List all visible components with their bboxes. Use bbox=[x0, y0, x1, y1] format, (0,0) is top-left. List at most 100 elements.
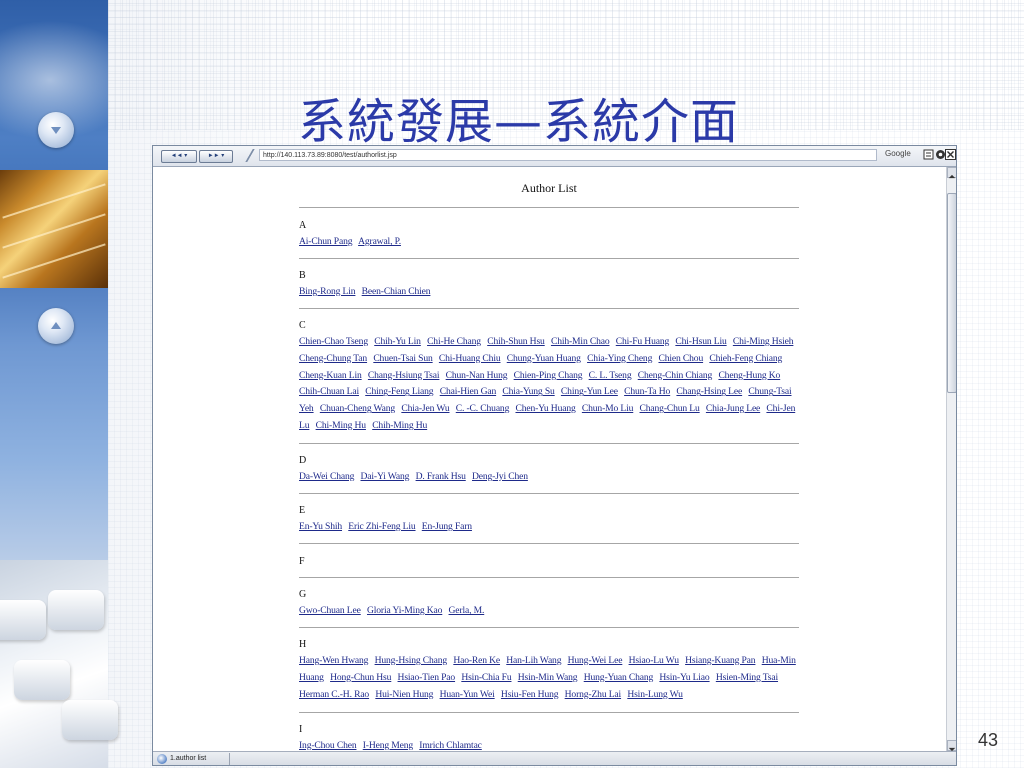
author-link[interactable]: Da-Wei Chang bbox=[299, 471, 354, 482]
author-link[interactable]: Agrawal, P. bbox=[358, 236, 401, 247]
author-link[interactable]: Hao-Ren Ke bbox=[453, 655, 500, 666]
author-link[interactable]: Hang-Wen Hwang bbox=[299, 655, 368, 666]
author-link[interactable]: Ing-Chou Chen bbox=[299, 740, 357, 751]
author-link[interactable]: Hsin-Lung Wu bbox=[627, 689, 683, 700]
author-link[interactable]: Chi-Fu Huang bbox=[616, 336, 670, 347]
author-link[interactable]: C. -C. Chuang bbox=[456, 403, 510, 414]
author-link[interactable]: Hung-Hsing Chang bbox=[375, 655, 448, 666]
author-link[interactable]: Chieh-Feng Chiang bbox=[709, 353, 782, 364]
back-button[interactable]: ◄◄ ▾ bbox=[161, 150, 197, 163]
author-link[interactable]: Chang-Hsiung Tsai bbox=[368, 370, 440, 381]
author-link[interactable]: Chen-Yu Huang bbox=[515, 403, 575, 414]
author-link[interactable]: Chuen-Tsai Sun bbox=[373, 353, 432, 364]
author-link[interactable]: Chia-Jen Wu bbox=[401, 403, 449, 414]
author-link[interactable]: Chih-Min Chao bbox=[551, 336, 610, 347]
author-link[interactable]: Chun-Ta Ho bbox=[624, 386, 670, 397]
author-link[interactable]: Been-Chian Chien bbox=[362, 286, 431, 297]
gold-ruler-image bbox=[0, 170, 108, 288]
keyboard-key bbox=[48, 590, 104, 630]
close-icon[interactable] bbox=[945, 149, 956, 160]
author-link[interactable]: Chi-Huang Chiu bbox=[439, 353, 501, 364]
author-link[interactable]: Hung-Wei Lee bbox=[568, 655, 623, 666]
author-link[interactable]: Hsin-Chia Fu bbox=[461, 672, 511, 683]
divider bbox=[299, 627, 799, 628]
author-link[interactable]: Han-Lih Wang bbox=[506, 655, 561, 666]
author-link[interactable]: Hsin-Min Wang bbox=[518, 672, 578, 683]
author-link[interactable]: Chih-Shun Hsu bbox=[487, 336, 545, 347]
author-link[interactable]: Imrich Chlamtac bbox=[419, 740, 482, 751]
author-link[interactable]: Gwo-Chuan Lee bbox=[299, 605, 361, 616]
scroll-down-button[interactable] bbox=[947, 740, 956, 752]
author-link[interactable]: Dai-Yi Wang bbox=[361, 471, 410, 482]
author-link[interactable]: Chih-Yu Lin bbox=[374, 336, 421, 347]
author-link[interactable]: Herman C.-H. Rao bbox=[299, 689, 369, 700]
author-link[interactable]: Chih-Chuan Lai bbox=[299, 386, 359, 397]
author-link[interactable]: Hung-Yuan Chang bbox=[584, 672, 654, 683]
author-link[interactable]: Huan-Yun Wei bbox=[440, 689, 495, 700]
author-names-c: Chien-Chao Tseng Chih-Yu Lin Chi-He Chan… bbox=[299, 334, 799, 435]
author-link[interactable]: En-Jung Farn bbox=[422, 521, 472, 532]
globe-icon bbox=[157, 754, 167, 764]
author-link[interactable]: Hsin-Yu Liao bbox=[659, 672, 709, 683]
vertical-scrollbar[interactable] bbox=[946, 167, 956, 752]
forward-button[interactable]: ►► ▾ bbox=[199, 150, 233, 163]
author-link[interactable]: Chung-Yuan Huang bbox=[507, 353, 581, 364]
author-link[interactable]: Hui-Nien Hung bbox=[375, 689, 433, 700]
author-link[interactable]: Chia-Yung Su bbox=[502, 386, 554, 397]
author-link[interactable]: Ching-Feng Liang bbox=[365, 386, 433, 397]
chevron-down-circle-icon[interactable] bbox=[38, 112, 74, 148]
author-link[interactable]: Chi-Ming Hu bbox=[316, 420, 366, 431]
author-link[interactable]: Chang-Chun Lu bbox=[640, 403, 700, 414]
author-link[interactable]: Horng-Zhu Lai bbox=[565, 689, 622, 700]
author-link[interactable]: Chi-Hsun Liu bbox=[675, 336, 726, 347]
status-text: 1.author list bbox=[170, 755, 207, 762]
author-link[interactable]: Ching-Yun Lee bbox=[561, 386, 618, 397]
author-link[interactable]: Eric Zhi-Feng Liu bbox=[348, 521, 415, 532]
author-link[interactable]: Chun-Mo Liu bbox=[582, 403, 634, 414]
author-link[interactable]: Chien Chou bbox=[658, 353, 703, 364]
author-link[interactable]: Ai-Chun Pang bbox=[299, 236, 353, 247]
author-names-b: Bing-Rong Lin Been-Chian Chien bbox=[299, 284, 799, 301]
author-link[interactable]: Chi-He Chang bbox=[427, 336, 481, 347]
browser-toolbar: ◄◄ ▾ ►► ▾ http://140.113.73.89:8080/test… bbox=[153, 146, 956, 167]
author-link[interactable]: Gloria Yi-Ming Kao bbox=[367, 605, 442, 616]
author-link[interactable]: D. Frank Hsu bbox=[416, 471, 466, 482]
author-link[interactable]: Cheng-Chung Tan bbox=[299, 353, 367, 364]
author-link[interactable]: Cheng-Kuan Lin bbox=[299, 370, 362, 381]
scroll-up-button[interactable] bbox=[947, 167, 956, 179]
author-link[interactable]: Chih-Ming Hu bbox=[372, 420, 427, 431]
author-link[interactable]: Bing-Rong Lin bbox=[299, 286, 356, 297]
author-link[interactable]: Hsiao-Lu Wu bbox=[629, 655, 679, 666]
author-link[interactable]: En-Yu Shih bbox=[299, 521, 342, 532]
author-link[interactable]: Cheng-Hung Ko bbox=[718, 370, 780, 381]
divider bbox=[299, 543, 799, 544]
chevron-up-circle-icon[interactable] bbox=[38, 308, 74, 344]
author-link[interactable]: Chang-Hsing Lee bbox=[676, 386, 742, 397]
author-link[interactable]: Chien-Ping Chang bbox=[514, 370, 583, 381]
page-icon[interactable] bbox=[923, 149, 934, 160]
author-link[interactable]: I-Heng Meng bbox=[363, 740, 413, 751]
author-link[interactable]: Chuan-Cheng Wang bbox=[320, 403, 395, 414]
author-link[interactable]: Hsiang-Kuang Pan bbox=[685, 655, 755, 666]
author-link[interactable]: Chi-Ming Hsieh bbox=[733, 336, 794, 347]
author-link[interactable]: Chun-Nan Hung bbox=[446, 370, 508, 381]
author-link[interactable]: Chia-Jung Lee bbox=[706, 403, 760, 414]
author-link[interactable]: Hsiu-Fen Hung bbox=[501, 689, 559, 700]
section-letter-e: E bbox=[299, 505, 306, 516]
address-bar[interactable]: http://140.113.73.89:8080/test/authorlis… bbox=[259, 149, 877, 161]
author-link[interactable]: Chia-Ying Cheng bbox=[587, 353, 652, 364]
author-link[interactable]: Chien-Chao Tseng bbox=[299, 336, 368, 347]
author-link[interactable]: Hsien-Ming Tsai bbox=[716, 672, 778, 683]
author-link[interactable]: Deng-Jyi Chen bbox=[472, 471, 528, 482]
section-letter-d: D bbox=[299, 455, 307, 466]
author-link[interactable]: Hsiao-Tien Pao bbox=[398, 672, 456, 683]
gold-stripe bbox=[2, 213, 106, 249]
author-link[interactable]: Chai-Hien Gan bbox=[440, 386, 497, 397]
author-link[interactable]: Cheng-Chin Chiang bbox=[638, 370, 713, 381]
author-names-d: Da-Wei Chang Dai-Yi Wang D. Frank Hsu De… bbox=[299, 469, 799, 486]
author-link[interactable]: C. L. Tseng bbox=[589, 370, 632, 381]
scroll-thumb[interactable] bbox=[947, 193, 956, 393]
author-link[interactable]: Hong-Chun Hsu bbox=[330, 672, 391, 683]
author-link[interactable]: Gerla, M. bbox=[449, 605, 485, 616]
section-letter-f: F bbox=[299, 556, 305, 567]
